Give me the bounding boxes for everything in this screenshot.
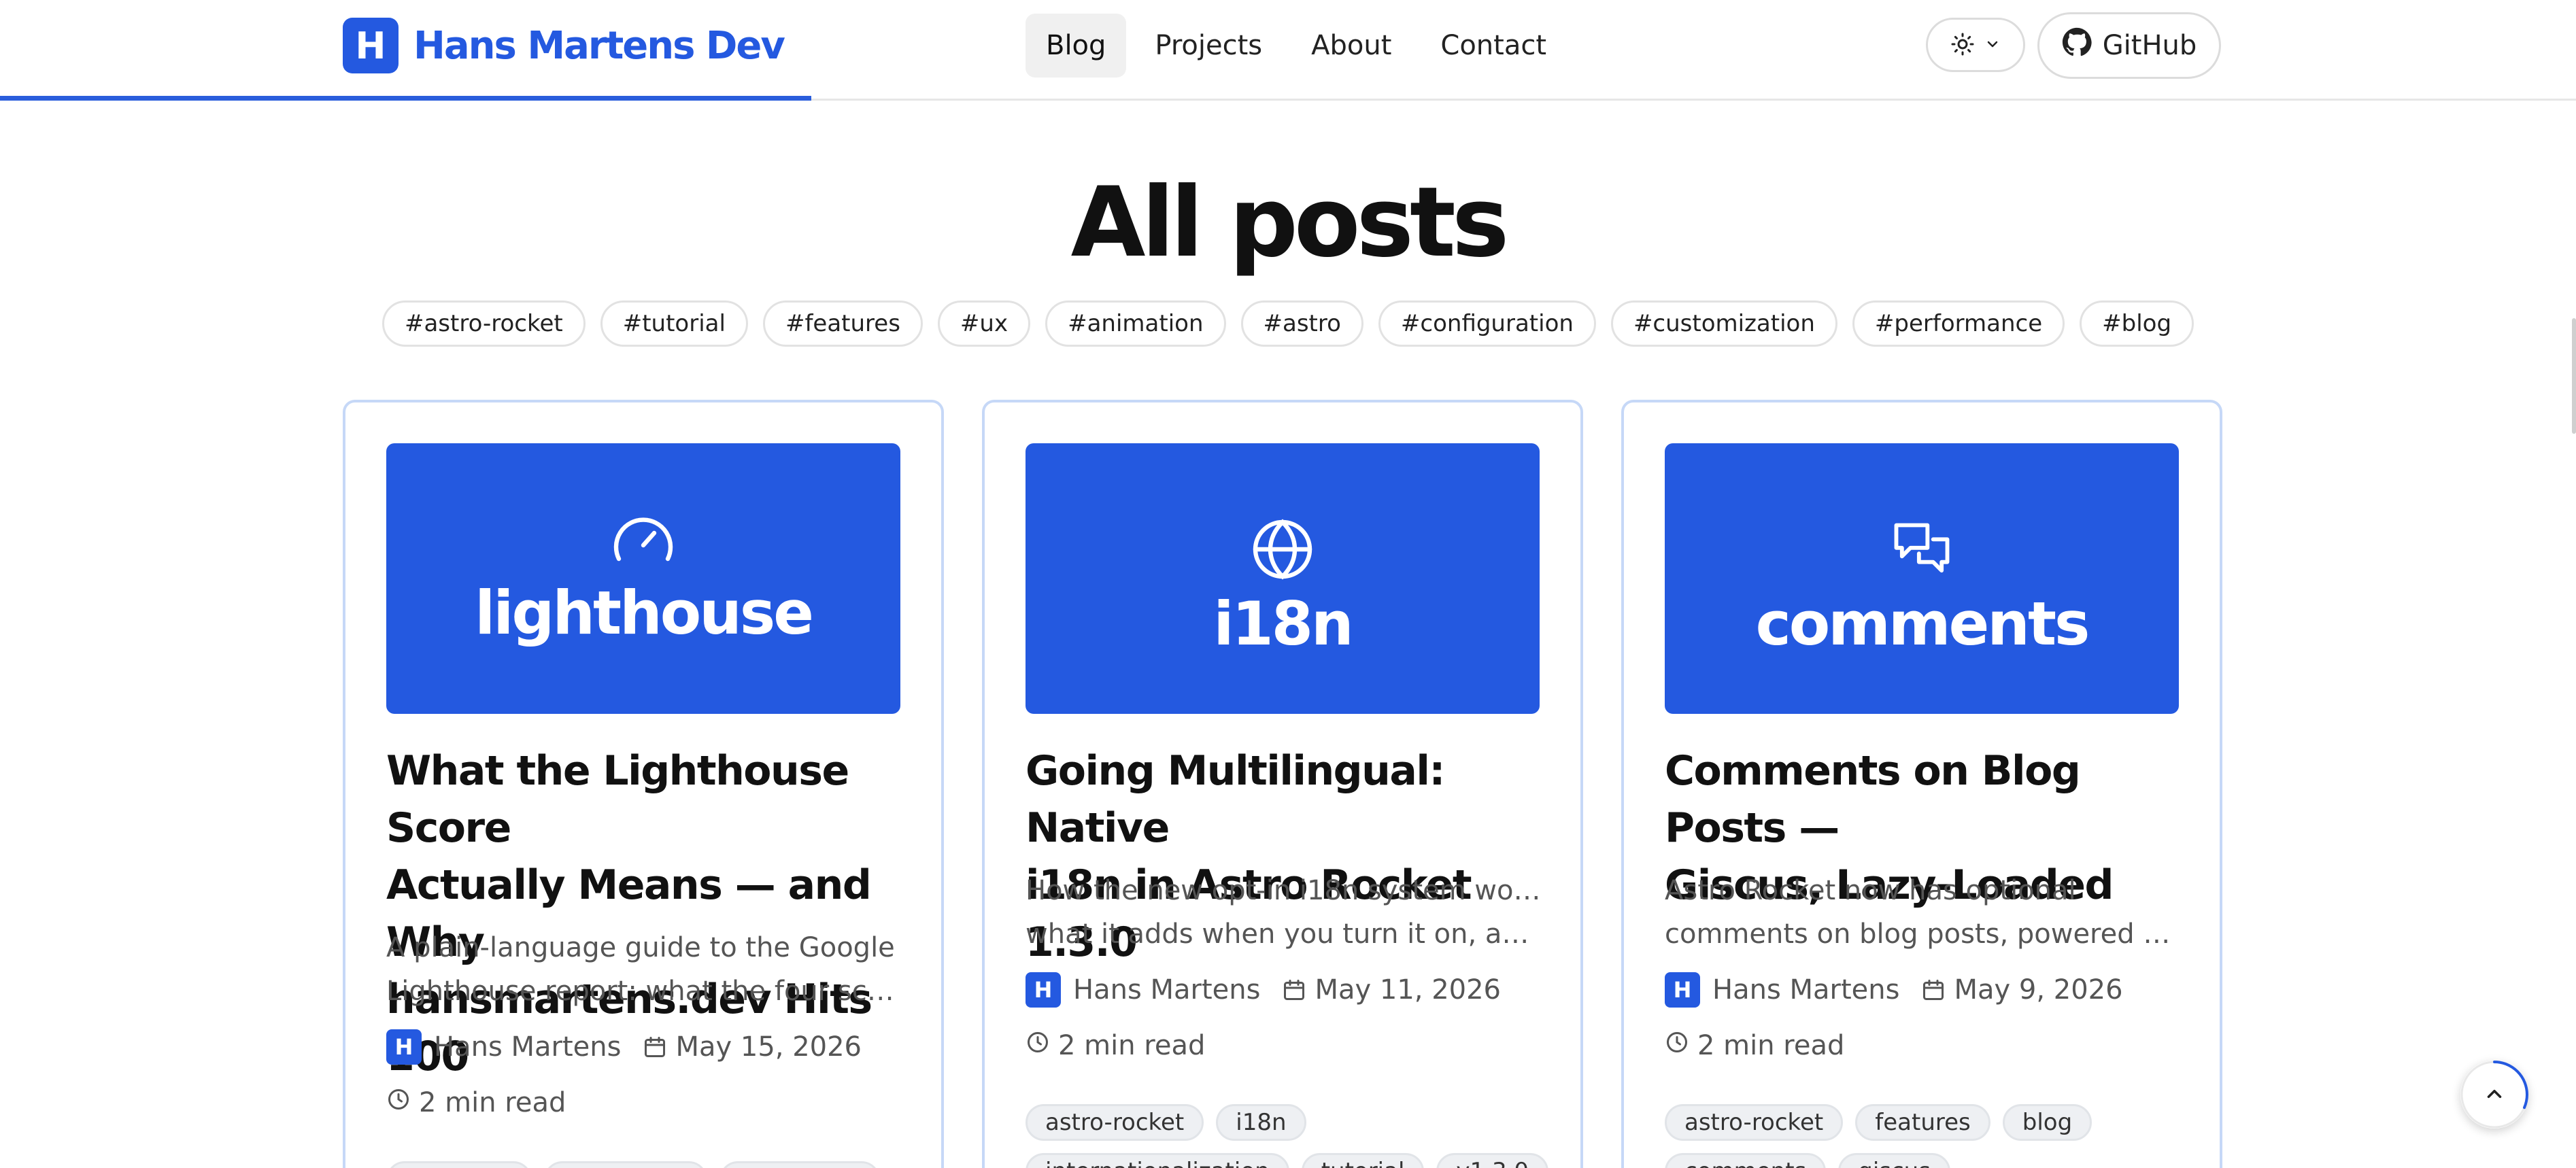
post-meta: H Hans Martens May 9, 2026 [1665,969,2123,1010]
chevron-up-icon [2483,1082,2506,1107]
tag-filter[interactable]: #ux [937,300,1031,347]
scrollbar[interactable] [2572,318,2576,434]
tag-filter-list: #astro-rocket #tutorial #features #ux #a… [382,300,2194,347]
globe-icon [1026,517,1540,582]
gauge-icon [386,510,900,564]
post-tag[interactable]: features [1855,1104,1990,1141]
tag-filter[interactable]: #features [762,300,923,347]
main-nav: Blog Projects About Contact [1026,14,1567,78]
read-time-label: 2 min read [1058,1030,1206,1061]
author-name: Hans Martens [1712,974,1900,1006]
post-excerpt: How the new opt-in i18n system works, wh… [1026,869,1542,956]
chat-bubbles-icon [1665,517,2179,585]
excerpt-line: comments on blog posts, powered by Giscu… [1665,918,2182,950]
github-icon [2062,27,2092,64]
post-thumbnail: lighthouse [386,443,900,714]
post-meta: H Hans Martens May 11, 2026 [1026,969,1501,1010]
post-card[interactable]: comments Comments on Blog Posts — Giscus… [1621,400,2222,1168]
nav-item-blog[interactable]: Blog [1026,14,1127,78]
post-tag[interactable]: tutorial [1301,1153,1425,1168]
excerpt-line: How the new opt-in i18n system works, [1026,875,1542,906]
thumbnail-word: i18n [1213,589,1353,659]
site-header: H Hans Martens Dev Blog Projects About C… [0,0,2576,101]
post-tag[interactable] [544,1161,707,1168]
sun-icon [1950,32,1975,58]
post-tag[interactable]: blog [2002,1104,2092,1141]
tag-filter[interactable]: #tutorial [600,300,748,347]
post-date: May 9, 2026 [1954,974,2123,1006]
brand-link[interactable]: H Hans Martens Dev [343,18,785,73]
post-meta: H Hans Martens May 15, 2026 [386,1027,862,1067]
post-tag[interactable]: astro-rocket [1026,1104,1204,1141]
post-card[interactable]: lighthouse What the Lighthouse Score Act… [343,400,944,1168]
calendar-icon [1282,978,1306,1002]
post-tag[interactable]: giscus [1838,1153,1950,1168]
github-button[interactable]: GitHub [2037,12,2221,79]
read-time-label: 2 min read [419,1087,566,1118]
post-tag[interactable]: comments [1665,1153,1827,1168]
read-time: 2 min read [1026,1025,1205,1066]
post-title-line: Going Multilingual: Native [1026,747,1445,852]
post-tags: astro-rocket features blog comments gisc… [1665,1104,2195,1168]
post-tag[interactable]: i18n [1216,1104,1306,1141]
tag-filter[interactable]: #animation [1045,300,1226,347]
author-name: Hans Martens [434,1031,622,1063]
excerpt-line: A plain-language guide to the Google [386,932,895,963]
post-tag[interactable] [386,1161,532,1168]
tag-filter[interactable]: #customization [1610,300,1837,347]
github-label: GitHub [2102,30,2197,61]
nav-item-projects[interactable]: Projects [1134,14,1283,78]
scroll-to-top-button[interactable] [2460,1061,2528,1129]
post-tag[interactable]: internationalization [1026,1153,1289,1168]
nav-item-about[interactable]: About [1291,14,1412,78]
clock-icon [1026,1030,1050,1061]
post-tags: astro-rocket i18n internationalization t… [1026,1104,1556,1168]
thumbnail-word: comments [1755,589,2090,659]
tag-filter[interactable]: #performance [1852,300,2065,347]
post-date: May 11, 2026 [1315,974,1501,1006]
author-avatar: H [1665,972,1700,1008]
reading-progress-bar [0,96,812,101]
page-title: All posts [1070,167,1510,279]
author-avatar: H [1026,972,1061,1008]
brand-name: Hans Martens Dev [413,23,785,68]
read-time: 2 min read [386,1082,566,1123]
post-excerpt: A plain-language guide to the Google Lig… [386,926,903,1013]
tag-filter[interactable]: #astro-rocket [382,300,586,347]
post-excerpt: Astro Rocket now has optional comments o… [1665,869,2182,956]
tag-filter[interactable]: #blog [2080,300,2194,347]
calendar-icon [1921,978,1946,1002]
tag-filter[interactable]: #configuration [1378,300,1596,347]
thumbnail-word: lighthouse [475,578,814,648]
post-tag[interactable] [719,1161,880,1168]
clock-icon [1665,1030,1689,1061]
clock-icon [386,1087,411,1118]
logo-icon: H [343,18,399,73]
chevron-down-icon [1984,36,2001,54]
author-name: Hans Martens [1073,974,1261,1006]
post-date: May 15, 2026 [675,1031,862,1063]
excerpt-line: what it adds when you turn it on, and th… [1026,918,1542,950]
post-tags [386,1161,917,1168]
post-thumbnail: comments [1665,443,2179,714]
excerpt-line: Lighthouse report: what the four scores … [386,976,903,1007]
post-title-line: What the Lighthouse Score [386,747,849,852]
tag-filter[interactable]: #astro [1240,300,1363,347]
author-avatar: H [386,1029,422,1065]
post-tag[interactable]: astro-rocket [1665,1104,1844,1141]
read-time: 2 min read [1665,1025,1844,1066]
excerpt-line: Astro Rocket now has optional [1665,875,2076,906]
post-tag[interactable]: v1.3.0 [1436,1153,1549,1168]
post-card[interactable]: i18n Going Multilingual: Native i18n in … [982,400,1583,1168]
nav-item-contact[interactable]: Contact [1420,14,1567,78]
theme-toggle-button[interactable] [1926,18,2025,72]
read-time-label: 2 min read [1697,1030,1845,1061]
calendar-icon [643,1035,667,1059]
post-thumbnail: i18n [1026,443,1540,714]
post-title-line: Comments on Blog Posts — [1665,747,2081,852]
